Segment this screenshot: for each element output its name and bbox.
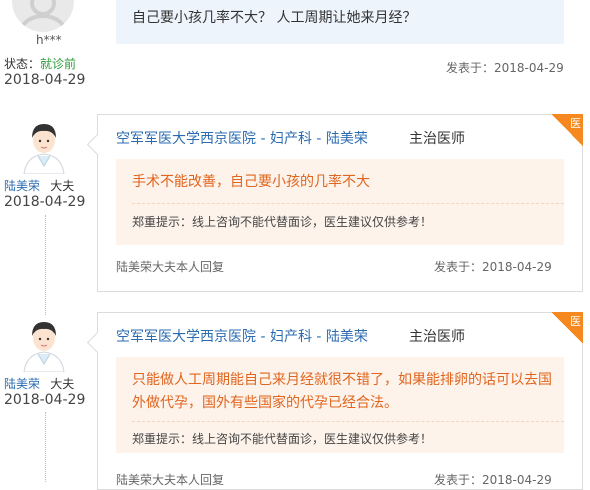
doctor-title: 大夫	[50, 377, 75, 391]
doctor-name[interactable]: 陆美荣	[4, 179, 40, 193]
reply-date: 2018-04-29	[4, 392, 86, 408]
answer-box: 只能做人工周期能自己来月经就很不错了，如果能排卵的话可以去国 外做代孕，国外有些…	[116, 357, 564, 453]
card-pointer	[86, 331, 109, 354]
doctor-reply-card: 医 空军军医大学西京医院 - 妇产科 - 陆美荣 主治医师 手术不能改善，自己要…	[86, 114, 583, 292]
notice-text: 郑重提示：线上咨询不能代替面诊，医生建议仅供参考！	[132, 432, 433, 446]
hospital-link[interactable]: 空军军医大学西京医院 - 妇产科 - 陆美荣	[116, 326, 368, 346]
status-label: 状态：	[4, 57, 41, 71]
patient-avatar	[12, 0, 74, 32]
badge-text: 医	[570, 117, 581, 130]
reply-note: 陆美荣大夫本人回复	[116, 260, 225, 274]
patient-question-card: 自己要小孩几率不大？ 人工周期让她来月经？ 发表于：2018-04-29	[98, 0, 582, 88]
reply-note: 陆美荣大夫本人回复	[116, 473, 225, 487]
badge-text: 医	[570, 315, 581, 328]
patient-status: 状态：就诊前	[4, 53, 76, 72]
sent-label: 发表于：	[434, 473, 483, 487]
question-text: 自己要小孩几率不大？ 人工周期让她来月经？	[132, 10, 417, 26]
doctor-title: 大夫	[50, 179, 75, 193]
doctor-position: 主治医师	[409, 329, 465, 345]
reply-date: 2018-04-29	[4, 194, 86, 210]
timeline-line	[45, 412, 46, 482]
patient-name: h***	[36, 33, 62, 47]
doctor-label: 陆美荣 大夫	[4, 373, 74, 392]
sent-date: 2018-04-29	[482, 260, 552, 274]
patient-date: 2018-04-29	[4, 72, 86, 88]
sent-label: 发表于：	[434, 260, 483, 274]
notice-divider	[132, 203, 564, 204]
doctor-name[interactable]: 陆美荣	[4, 377, 40, 391]
doctor-position: 主治医师	[409, 131, 465, 147]
question-box: 自己要小孩几率不大？ 人工周期让她来月经？	[116, 0, 564, 44]
sent-date: 2018-04-29	[482, 473, 552, 487]
notice-text: 郑重提示：线上咨询不能代替面诊，医生建议仅供参考！	[132, 215, 433, 229]
answer-text: 手术不能改善，自己要小孩的几率不大	[132, 174, 370, 190]
doctor-reply-card: 医 空军军医大学西京医院 - 妇产科 - 陆美荣 主治医师 只能做人工周期能自己…	[86, 312, 583, 490]
reply-sent-time: 发表于：2018-04-29	[434, 258, 552, 275]
card-pointer	[86, 133, 109, 156]
doctor-avatar	[23, 322, 65, 372]
doctor-badge: 医	[551, 114, 583, 146]
answer-box: 手术不能改善，自己要小孩的几率不大 郑重提示：线上咨询不能代替面诊，医生建议仅供…	[116, 159, 564, 245]
sent-label: 发表于：	[446, 61, 495, 75]
answer-text-line-1: 只能做人工周期能自己来月经就很不错了，如果能排卵的话可以去国	[132, 372, 552, 388]
doctor-badge: 医	[551, 312, 583, 344]
answer-text-line-2: 外做代孕，国外有些国家的代孕已经合法。	[132, 395, 398, 411]
doctor-label: 陆美荣 大夫	[4, 175, 74, 194]
notice-divider	[132, 421, 564, 422]
question-sent-time: 发表于：2018-04-29	[446, 59, 564, 76]
doctor-avatar	[23, 124, 65, 174]
sent-date: 2018-04-29	[494, 61, 564, 75]
reply-sent-time: 发表于：2018-04-29	[434, 471, 552, 488]
timeline-line	[45, 215, 46, 315]
hospital-link[interactable]: 空军军医大学西京医院 - 妇产科 - 陆美荣	[116, 128, 368, 148]
status-value: 就诊前	[40, 57, 77, 71]
